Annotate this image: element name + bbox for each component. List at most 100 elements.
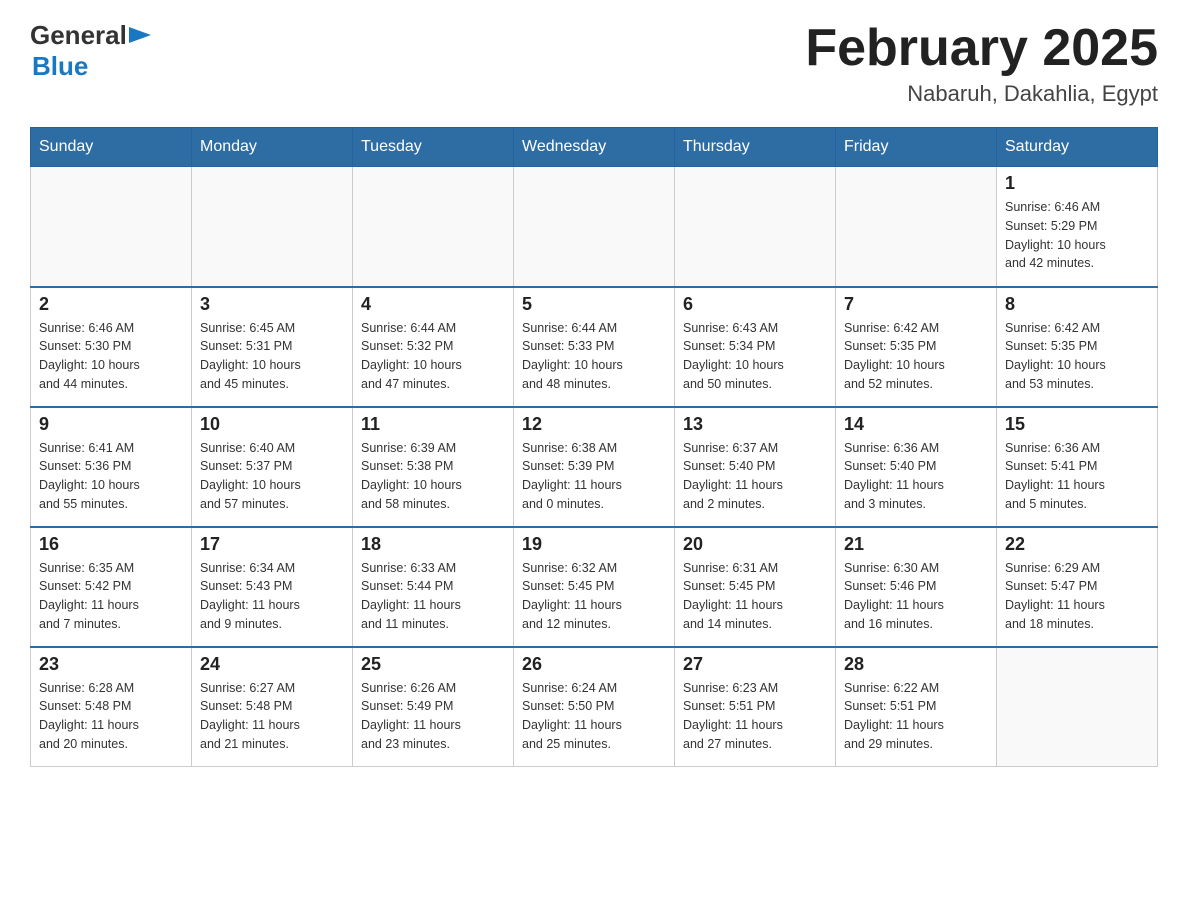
- table-row: [675, 167, 836, 287]
- calendar-title: February 2025: [805, 20, 1158, 77]
- day-info: Sunrise: 6:40 AM Sunset: 5:37 PM Dayligh…: [200, 439, 344, 514]
- table-row: [997, 647, 1158, 767]
- day-number: 23: [39, 654, 183, 675]
- day-info: Sunrise: 6:44 AM Sunset: 5:32 PM Dayligh…: [361, 319, 505, 394]
- day-info: Sunrise: 6:45 AM Sunset: 5:31 PM Dayligh…: [200, 319, 344, 394]
- day-number: 8: [1005, 294, 1149, 315]
- day-info: Sunrise: 6:34 AM Sunset: 5:43 PM Dayligh…: [200, 559, 344, 634]
- day-info: Sunrise: 6:44 AM Sunset: 5:33 PM Dayligh…: [522, 319, 666, 394]
- day-info: Sunrise: 6:38 AM Sunset: 5:39 PM Dayligh…: [522, 439, 666, 514]
- day-number: 24: [200, 654, 344, 675]
- table-row: 2 Sunrise: 6:46 AM Sunset: 5:30 PM Daylig…: [31, 287, 192, 407]
- logo: General Blue: [30, 20, 151, 82]
- table-row: 19 Sunrise: 6:32 AM Sunset: 5:45 PM Dayli…: [514, 527, 675, 647]
- day-info: Sunrise: 6:42 AM Sunset: 5:35 PM Dayligh…: [844, 319, 988, 394]
- table-row: 10 Sunrise: 6:40 AM Sunset: 5:37 PM Dayli…: [192, 407, 353, 527]
- col-sunday: Sunday: [31, 128, 192, 167]
- table-row: 5 Sunrise: 6:44 AM Sunset: 5:33 PM Daylig…: [514, 287, 675, 407]
- day-info: Sunrise: 6:23 AM Sunset: 5:51 PM Dayligh…: [683, 679, 827, 754]
- table-row: [836, 167, 997, 287]
- day-number: 6: [683, 294, 827, 315]
- col-thursday: Thursday: [675, 128, 836, 167]
- day-number: 28: [844, 654, 988, 675]
- day-number: 25: [361, 654, 505, 675]
- calendar-week-row: 16 Sunrise: 6:35 AM Sunset: 5:42 PM Dayli…: [31, 527, 1158, 647]
- day-number: 9: [39, 414, 183, 435]
- table-row: 26 Sunrise: 6:24 AM Sunset: 5:50 PM Dayli…: [514, 647, 675, 767]
- day-info: Sunrise: 6:22 AM Sunset: 5:51 PM Dayligh…: [844, 679, 988, 754]
- table-row: 15 Sunrise: 6:36 AM Sunset: 5:41 PM Dayli…: [997, 407, 1158, 527]
- day-info: Sunrise: 6:42 AM Sunset: 5:35 PM Dayligh…: [1005, 319, 1149, 394]
- table-row: 7 Sunrise: 6:42 AM Sunset: 5:35 PM Daylig…: [836, 287, 997, 407]
- day-number: 7: [844, 294, 988, 315]
- col-friday: Friday: [836, 128, 997, 167]
- table-row: 16 Sunrise: 6:35 AM Sunset: 5:42 PM Dayli…: [31, 527, 192, 647]
- day-info: Sunrise: 6:26 AM Sunset: 5:49 PM Dayligh…: [361, 679, 505, 754]
- table-row: [192, 167, 353, 287]
- day-info: Sunrise: 6:35 AM Sunset: 5:42 PM Dayligh…: [39, 559, 183, 634]
- day-info: Sunrise: 6:32 AM Sunset: 5:45 PM Dayligh…: [522, 559, 666, 634]
- table-row: 27Sunrise: 6:23 AM Sunset: 5:51 PM Dayli…: [675, 647, 836, 767]
- table-row: 9 Sunrise: 6:41 AM Sunset: 5:36 PM Daylig…: [31, 407, 192, 527]
- table-row: 22Sunrise: 6:29 AM Sunset: 5:47 PM Dayli…: [997, 527, 1158, 647]
- table-row: 14 Sunrise: 6:36 AM Sunset: 5:40 PM Dayli…: [836, 407, 997, 527]
- table-row: 18 Sunrise: 6:33 AM Sunset: 5:44 PM Dayli…: [353, 527, 514, 647]
- day-number: 1: [1005, 173, 1149, 194]
- day-number: 26: [522, 654, 666, 675]
- day-number: 10: [200, 414, 344, 435]
- logo-general-text: General: [30, 20, 127, 51]
- day-info: Sunrise: 6:36 AM Sunset: 5:40 PM Dayligh…: [844, 439, 988, 514]
- day-number: 19: [522, 534, 666, 555]
- table-row: 21 Sunrise: 6:30 AM Sunset: 5:46 PM Dayli…: [836, 527, 997, 647]
- day-info: Sunrise: 6:33 AM Sunset: 5:44 PM Dayligh…: [361, 559, 505, 634]
- day-number: 4: [361, 294, 505, 315]
- table-row: 3 Sunrise: 6:45 AM Sunset: 5:31 PM Daylig…: [192, 287, 353, 407]
- day-info: Sunrise: 6:41 AM Sunset: 5:36 PM Dayligh…: [39, 439, 183, 514]
- col-wednesday: Wednesday: [514, 128, 675, 167]
- day-number: 21: [844, 534, 988, 555]
- day-info: Sunrise: 6:29 AM Sunset: 5:47 PM Dayligh…: [1005, 559, 1149, 634]
- table-row: 25 Sunrise: 6:26 AM Sunset: 5:49 PM Dayli…: [353, 647, 514, 767]
- day-info: Sunrise: 6:46 AM Sunset: 5:30 PM Dayligh…: [39, 319, 183, 394]
- day-number: 15: [1005, 414, 1149, 435]
- day-number: 20: [683, 534, 827, 555]
- day-info: Sunrise: 6:30 AM Sunset: 5:46 PM Dayligh…: [844, 559, 988, 634]
- table-row: 28 Sunrise: 6:22 AM Sunset: 5:51 PM Dayli…: [836, 647, 997, 767]
- day-number: 2: [39, 294, 183, 315]
- table-row: 1 Sunrise: 6:46 AM Sunset: 5:29 PM Daylig…: [997, 167, 1158, 287]
- day-info: Sunrise: 6:43 AM Sunset: 5:34 PM Dayligh…: [683, 319, 827, 394]
- day-info: Sunrise: 6:39 AM Sunset: 5:38 PM Dayligh…: [361, 439, 505, 514]
- col-monday: Monday: [192, 128, 353, 167]
- calendar-subtitle: Nabaruh, Dakahlia, Egypt: [805, 81, 1158, 107]
- table-row: 24 Sunrise: 6:27 AM Sunset: 5:48 PM Dayli…: [192, 647, 353, 767]
- col-tuesday: Tuesday: [353, 128, 514, 167]
- day-number: 16: [39, 534, 183, 555]
- calendar-week-row: 9 Sunrise: 6:41 AM Sunset: 5:36 PM Daylig…: [31, 407, 1158, 527]
- day-info: Sunrise: 6:28 AM Sunset: 5:48 PM Dayligh…: [39, 679, 183, 754]
- calendar-table: Sunday Monday Tuesday Wednesday Thursday…: [30, 127, 1158, 767]
- day-number: 5: [522, 294, 666, 315]
- page-header: General Blue February 2025 Nabaruh, Daka…: [30, 20, 1158, 107]
- calendar-title-block: February 2025 Nabaruh, Dakahlia, Egypt: [805, 20, 1158, 107]
- table-row: [31, 167, 192, 287]
- table-row: 8 Sunrise: 6:42 AM Sunset: 5:35 PM Daylig…: [997, 287, 1158, 407]
- day-info: Sunrise: 6:36 AM Sunset: 5:41 PM Dayligh…: [1005, 439, 1149, 514]
- table-row: 11Sunrise: 6:39 AM Sunset: 5:38 PM Dayli…: [353, 407, 514, 527]
- logo-blue-text: Blue: [32, 51, 88, 81]
- day-number: 13: [683, 414, 827, 435]
- day-info: Sunrise: 6:37 AM Sunset: 5:40 PM Dayligh…: [683, 439, 827, 514]
- day-number: 17: [200, 534, 344, 555]
- day-number: 12: [522, 414, 666, 435]
- day-number: 14: [844, 414, 988, 435]
- day-info: Sunrise: 6:46 AM Sunset: 5:29 PM Dayligh…: [1005, 198, 1149, 273]
- table-row: 23 Sunrise: 6:28 AM Sunset: 5:48 PM Dayli…: [31, 647, 192, 767]
- day-info: Sunrise: 6:27 AM Sunset: 5:48 PM Dayligh…: [200, 679, 344, 754]
- day-number: 18: [361, 534, 505, 555]
- calendar-week-row: 23 Sunrise: 6:28 AM Sunset: 5:48 PM Dayli…: [31, 647, 1158, 767]
- calendar-week-row: 2 Sunrise: 6:46 AM Sunset: 5:30 PM Daylig…: [31, 287, 1158, 407]
- col-saturday: Saturday: [997, 128, 1158, 167]
- day-info: Sunrise: 6:24 AM Sunset: 5:50 PM Dayligh…: [522, 679, 666, 754]
- logo-arrow-icon: [129, 27, 151, 43]
- day-number: 3: [200, 294, 344, 315]
- table-row: [353, 167, 514, 287]
